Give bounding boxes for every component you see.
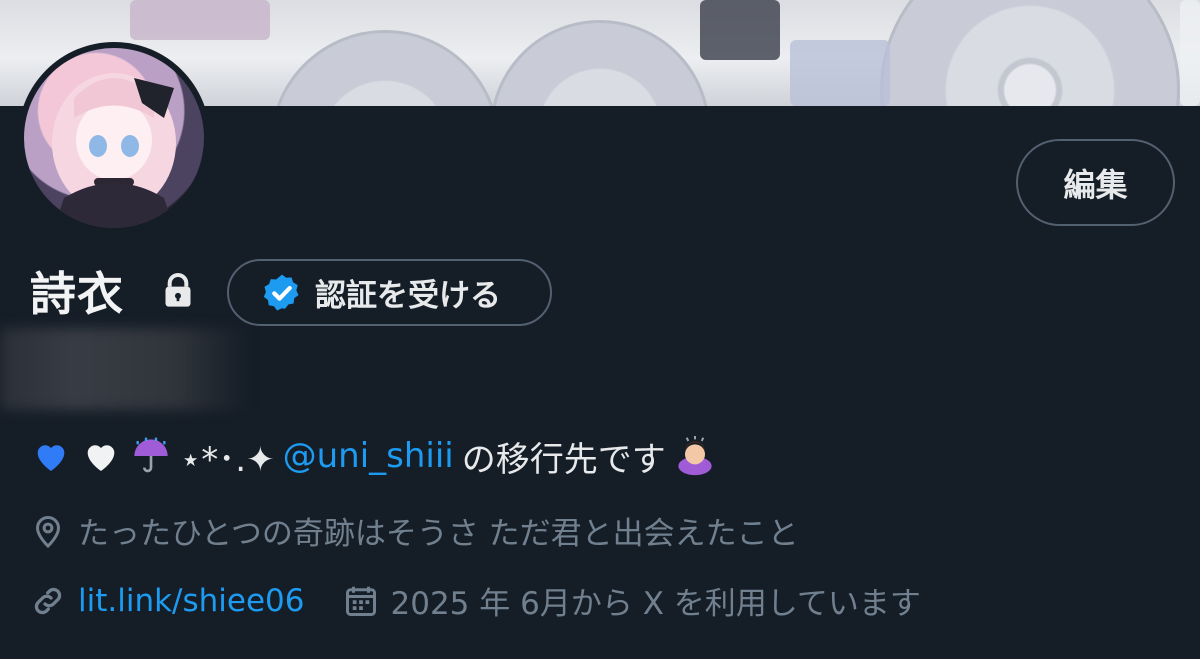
avatar[interactable] bbox=[24, 48, 204, 228]
banner-decoration bbox=[700, 0, 780, 60]
banner-decoration bbox=[130, 0, 270, 40]
lock-icon bbox=[165, 273, 191, 307]
banner-decoration bbox=[1180, 0, 1200, 106]
bio-mention-link[interactable]: @uni_shiii bbox=[283, 436, 454, 476]
calendar-icon bbox=[345, 586, 376, 616]
profile-location: たったひとつの奇跡はそうさ ただ君と出会えたこと bbox=[30, 508, 799, 553]
location-pin-icon bbox=[35, 515, 61, 548]
person-bowing-icon bbox=[674, 435, 716, 477]
edit-profile-button[interactable]: 編集 bbox=[1016, 139, 1175, 226]
avatar-illustration bbox=[52, 73, 176, 228]
profile-website-link[interactable]: lit.link/shiee06 bbox=[78, 583, 305, 619]
display-name: 詩衣 bbox=[30, 267, 124, 321]
banner-disc bbox=[490, 20, 710, 106]
joined-date: 2025 年 6月から X を利用しています bbox=[343, 578, 921, 623]
get-verified-label: 認証を受ける bbox=[315, 278, 501, 314]
verified-badge-icon bbox=[263, 274, 299, 310]
bio-text: の移行先です bbox=[461, 439, 666, 480]
white-heart-icon bbox=[80, 435, 122, 477]
banner-disc bbox=[270, 30, 500, 106]
get-verified-button[interactable]: 認証を受ける bbox=[227, 259, 552, 326]
profile-meta-row: lit.link/shiee06 2025 年 6月から X を利用しています bbox=[30, 578, 921, 623]
profile-bio: ⋆*･.✦ @uni_shiii の移行先です bbox=[30, 428, 716, 484]
blue-heart-icon bbox=[30, 435, 72, 477]
banner-disc bbox=[880, 0, 1180, 106]
banner-decoration bbox=[790, 40, 890, 106]
bio-decoration: ⋆*･.✦ bbox=[180, 439, 275, 480]
umbrella-with-rain-icon bbox=[130, 435, 172, 477]
joined-text: 2025 年 6月から X を利用しています bbox=[390, 586, 921, 622]
username-redacted bbox=[0, 328, 250, 410]
link-icon bbox=[34, 587, 62, 614]
location-text: たったひとつの奇跡はそうさ ただ君と出会えたこと bbox=[78, 516, 799, 552]
